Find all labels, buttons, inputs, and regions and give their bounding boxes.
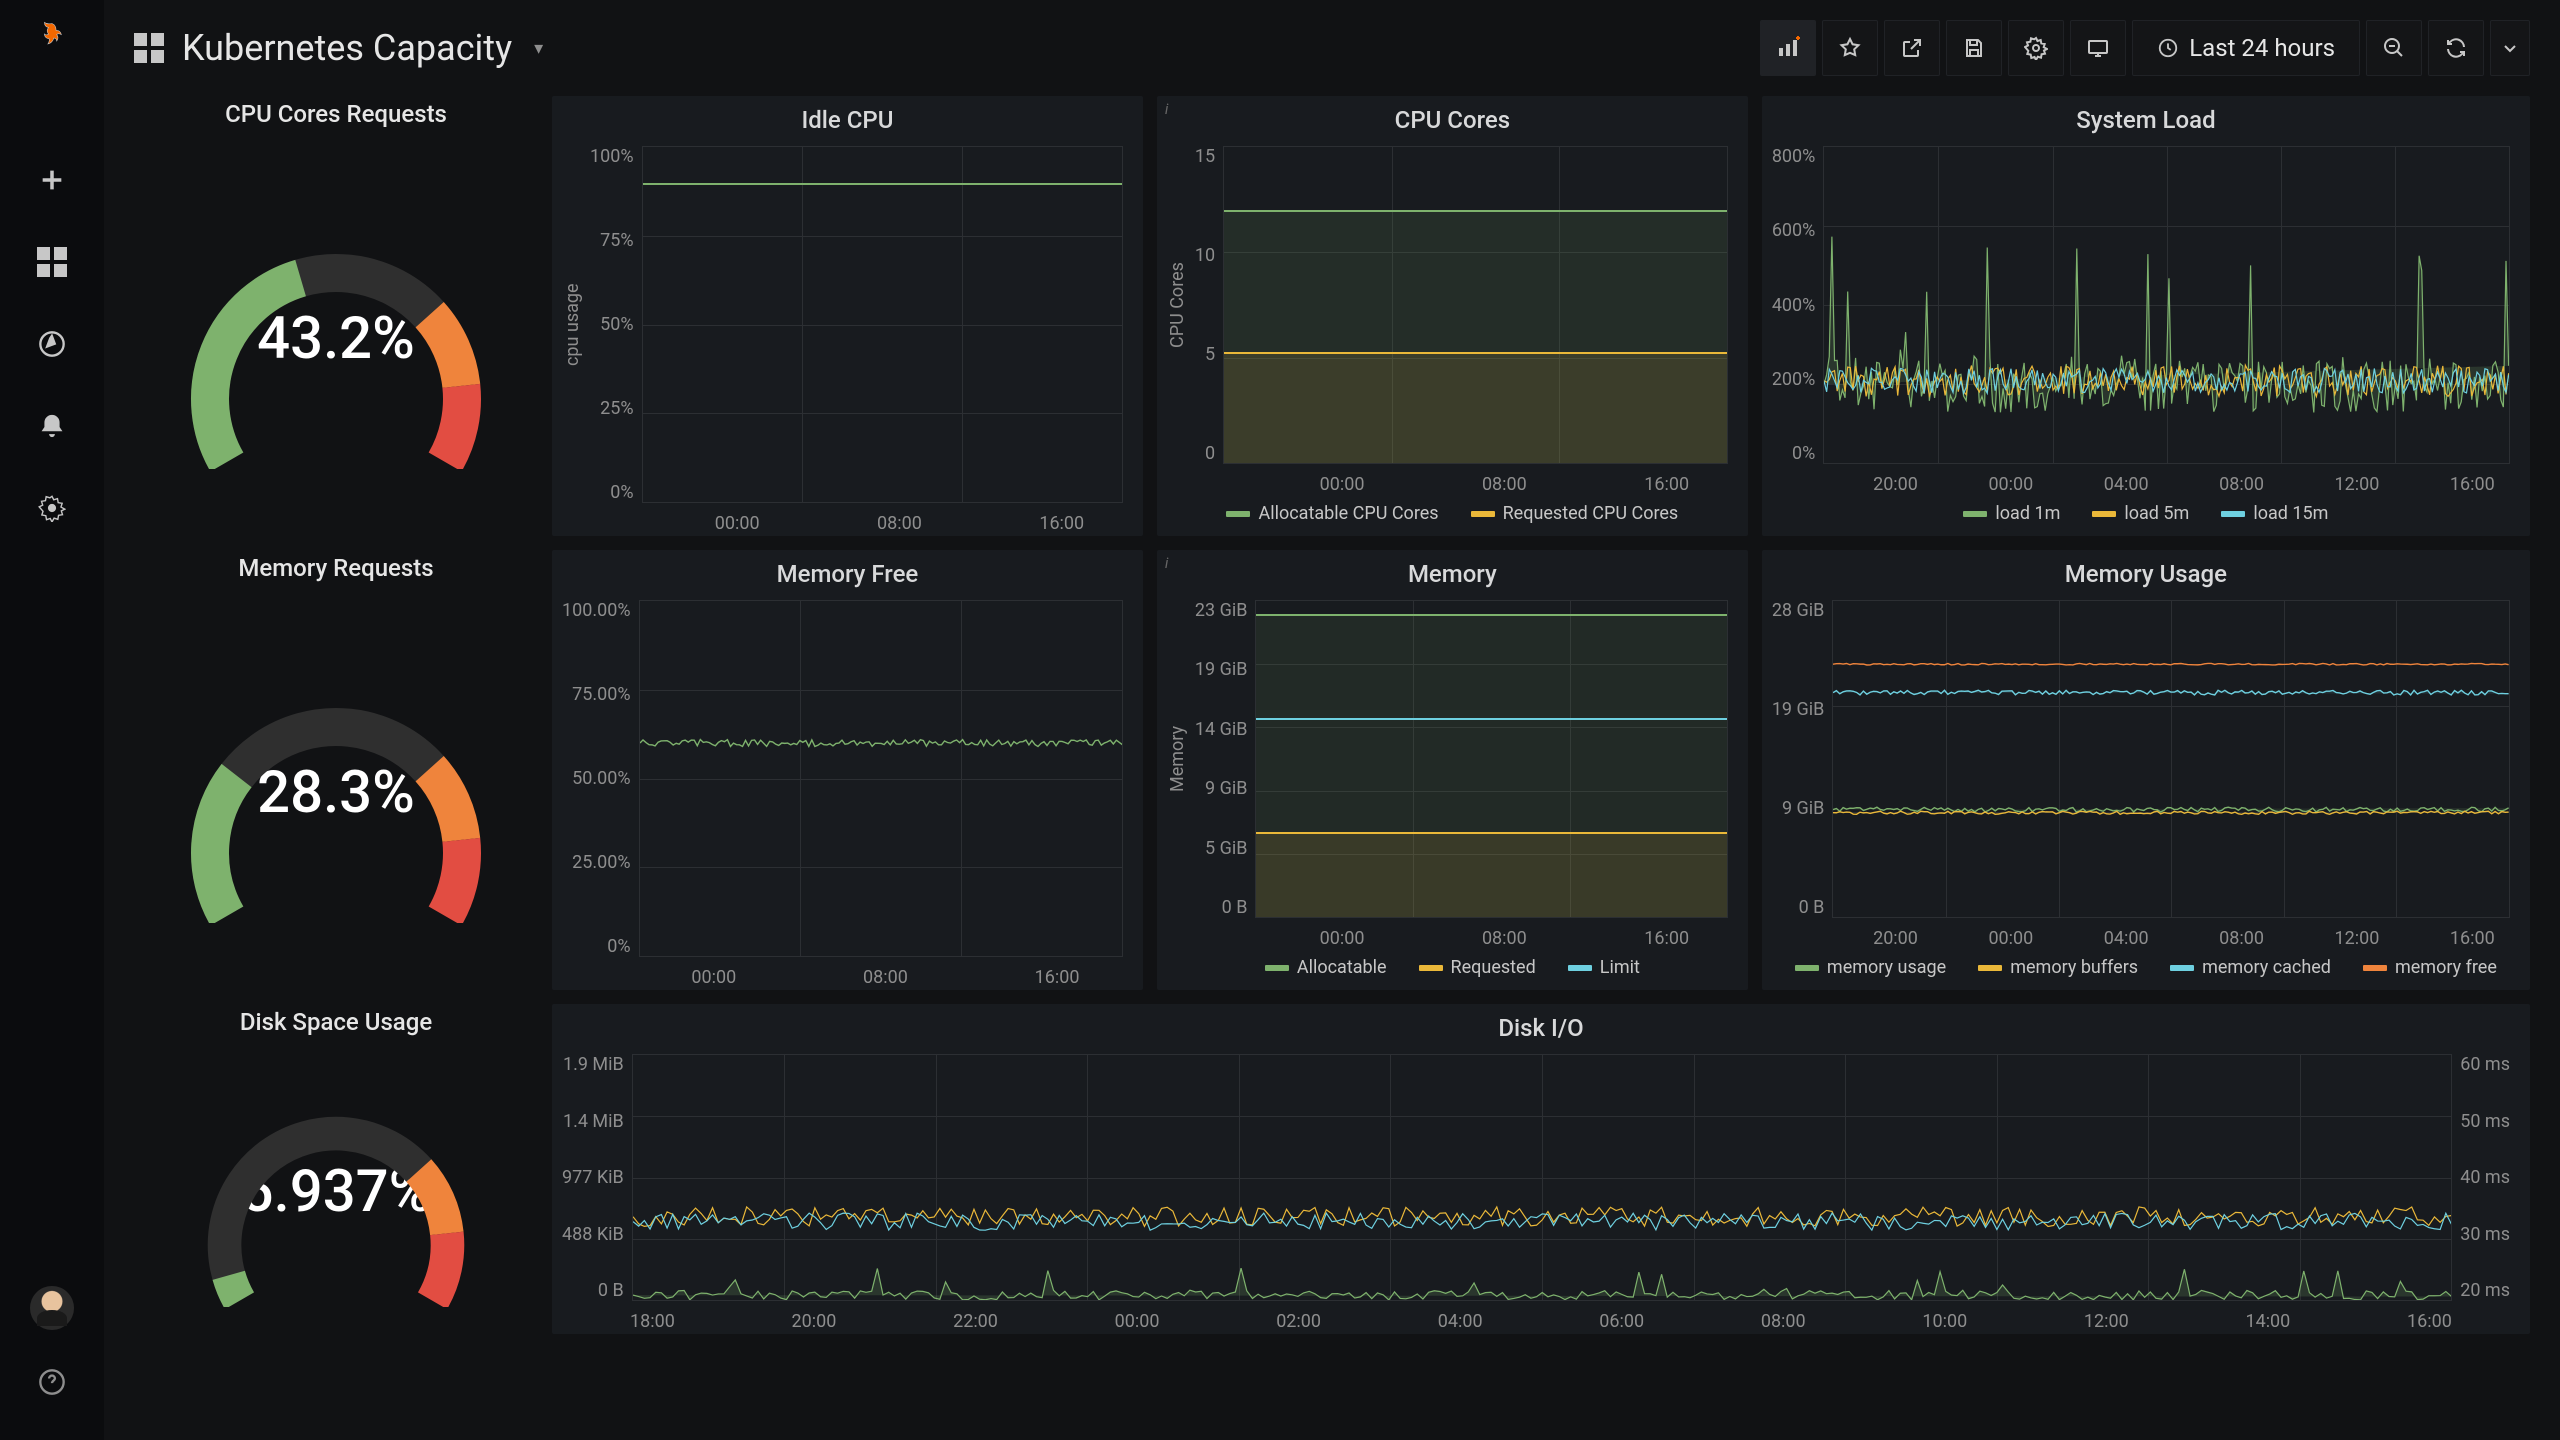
explore-icon[interactable]	[34, 326, 70, 362]
zoom-out-button[interactable]	[2366, 20, 2422, 76]
y-axis-label: cpu usage	[562, 146, 590, 503]
panel-memory[interactable]: i Memory Memory 23 GiB19 GiB14 GiB9 GiB5…	[1157, 550, 1748, 990]
x-axis: 00:0008:0016:00	[1261, 922, 1748, 951]
gauge-arc	[176, 1077, 496, 1307]
y-axis: 23 GiB19 GiB14 GiB9 GiB5 GiB0 B	[1195, 600, 1256, 918]
panel-disk-io[interactable]: Disk I/O 1.9 MiB1.4 MiB977 KiB488 KiB0 B…	[552, 1004, 2530, 1334]
panel-title: Memory Requests	[134, 550, 538, 596]
gauge-arc	[176, 663, 496, 923]
save-button[interactable]	[1946, 20, 2002, 76]
star-button[interactable]	[1822, 20, 1878, 76]
x-axis: 20:0000:0004:0008:0012:0016:00	[1838, 922, 2530, 951]
y-axis: 800%600%400%200%0%	[1772, 146, 1824, 464]
legend: load 1mload 5mload 15m	[1762, 497, 2530, 536]
dashboards-icon[interactable]	[34, 244, 70, 280]
help-icon[interactable]	[34, 1364, 70, 1400]
side-nav	[0, 0, 104, 1440]
y-axis-left: 1.9 MiB1.4 MiB977 KiB488 KiB0 B	[562, 1054, 632, 1301]
panel-title: Disk I/O	[552, 1004, 2530, 1046]
panel-idle-cpu[interactable]: Idle CPU cpu usage 100%75%50%25%0% 00:00…	[552, 96, 1143, 536]
user-avatar[interactable]	[30, 1286, 74, 1330]
y-axis: 100%75%50%25%0%	[590, 146, 642, 503]
panel-system-load[interactable]: System Load 800%600%400%200%0% 20:0000:0…	[1762, 96, 2530, 536]
top-bar: Kubernetes Capacity ▾ Last 24 hours	[104, 0, 2560, 96]
chart-plot	[642, 146, 1123, 503]
y-axis-right: 60 ms50 ms40 ms30 ms20 ms	[2452, 1054, 2510, 1301]
refresh-dropdown-button[interactable]	[2490, 20, 2530, 76]
dashboard-title-dropdown[interactable]: Kubernetes Capacity ▾	[134, 27, 543, 69]
x-axis: 00:0008:0016:00	[628, 961, 1143, 990]
alerting-icon[interactable]	[34, 408, 70, 444]
panel-title: Disk Space Usage	[134, 1004, 538, 1050]
toolbar: Last 24 hours	[1760, 20, 2530, 76]
panel-title: Memory Usage	[1762, 550, 2530, 592]
panel-memory-free[interactable]: Memory Free 100.00%75.00%50.00%25.00%0% …	[552, 550, 1143, 990]
y-axis: 28 GiB19 GiB9 GiB0 B	[1772, 600, 1833, 918]
panel-title: Memory Free	[552, 550, 1143, 592]
panel-memory-usage[interactable]: Memory Usage 28 GiB19 GiB9 GiB0 B 20:000…	[1762, 550, 2530, 990]
x-axis: 00:0008:0016:00	[656, 507, 1143, 536]
y-axis: 100.00%75.00%50.00%25.00%0%	[562, 600, 639, 957]
x-axis: 00:0008:0016:00	[1261, 468, 1748, 497]
time-range-label: Last 24 hours	[2189, 34, 2335, 62]
chevron-down-icon: ▾	[534, 38, 543, 59]
chart-plot	[1823, 146, 2510, 464]
refresh-button[interactable]	[2428, 20, 2484, 76]
add-panel-button[interactable]	[1760, 20, 1816, 76]
gauge-arc	[176, 209, 496, 469]
legend: AllocatableRequestedLimit	[1157, 951, 1748, 990]
y-axis-label: CPU Cores	[1167, 146, 1195, 464]
panel-title: CPU Cores Requests	[134, 96, 538, 142]
legend: memory usagememory buffersmemory cachedm…	[1762, 951, 2530, 990]
x-axis: 18:0020:0022:0000:0002:0004:0006:0008:00…	[630, 1305, 2452, 1334]
chart-plot	[632, 1054, 2453, 1301]
time-range-button[interactable]: Last 24 hours	[2132, 20, 2360, 76]
chart-plot	[1223, 146, 1728, 464]
legend: Allocatable CPU CoresRequested CPU Cores	[1157, 497, 1748, 536]
grafana-logo-icon[interactable]	[34, 16, 70, 52]
settings-button[interactable]	[2008, 20, 2064, 76]
panel-disk-space-gauge[interactable]: Disk Space Usage 5.937%	[134, 1004, 538, 1334]
cycle-view-button[interactable]	[2070, 20, 2126, 76]
configuration-icon[interactable]	[34, 490, 70, 526]
chart-plot	[639, 600, 1123, 957]
share-button[interactable]	[1884, 20, 1940, 76]
chart-plot	[1832, 600, 2510, 918]
panel-title: Memory	[1157, 550, 1748, 592]
y-axis: 151050	[1195, 146, 1223, 464]
y-axis-label: Memory	[1167, 600, 1195, 918]
panel-cpu-requests-gauge[interactable]: CPU Cores Requests 43.2%	[134, 96, 538, 536]
chart-plot	[1255, 600, 1727, 918]
info-icon: i	[1165, 100, 1169, 118]
add-icon[interactable]	[34, 162, 70, 198]
panel-title: Idle CPU	[552, 96, 1143, 138]
panel-title: System Load	[1762, 96, 2530, 138]
panel-memory-requests-gauge[interactable]: Memory Requests 28.3%	[134, 550, 538, 990]
dashboard-title: Kubernetes Capacity	[182, 27, 512, 69]
dashboards-grid-icon	[134, 33, 164, 63]
x-axis: 20:0000:0004:0008:0012:0016:00	[1838, 468, 2530, 497]
panel-title: CPU Cores	[1157, 96, 1748, 138]
info-icon: i	[1165, 554, 1169, 572]
panel-cpu-cores[interactable]: i CPU Cores CPU Cores 151050 00:0	[1157, 96, 1748, 536]
